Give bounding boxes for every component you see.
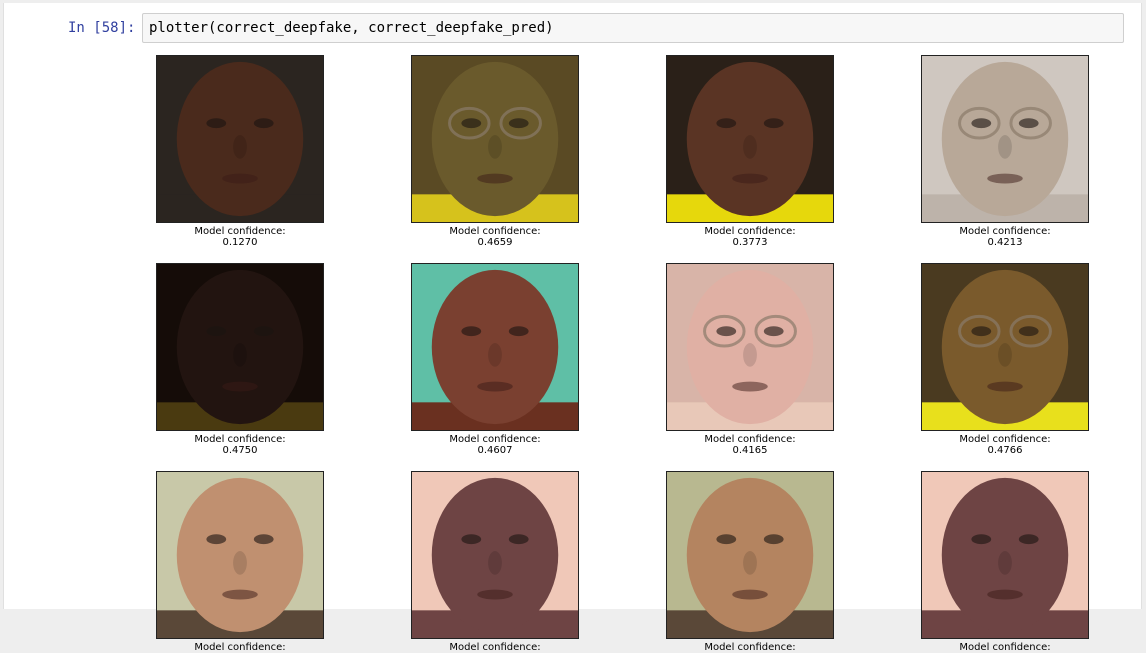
confidence-value: 0.4659 bbox=[477, 237, 513, 248]
face-image bbox=[411, 471, 579, 639]
confidence-value: 0.4165 bbox=[732, 445, 768, 456]
confidence-value: 0.4766 bbox=[987, 445, 1023, 456]
image-caption: Model confidence: 0.4165 bbox=[666, 434, 834, 456]
face-image bbox=[666, 471, 834, 639]
caption-label: Model confidence: bbox=[959, 642, 1051, 653]
caption-label: Model confidence: bbox=[194, 226, 286, 237]
face-image bbox=[666, 55, 834, 223]
caption-label: Model confidence: bbox=[449, 226, 541, 237]
image-caption: Model confidence: 0.4750 bbox=[156, 434, 324, 456]
confidence-value: 0.3773 bbox=[732, 237, 768, 248]
face-image bbox=[921, 263, 1089, 431]
face-image bbox=[921, 471, 1089, 639]
face-image bbox=[666, 263, 834, 431]
image-caption: Model confidence: 0.1270 bbox=[156, 226, 324, 248]
image-caption: Model confidence: 0.4766 bbox=[921, 434, 1089, 456]
confidence-value: 0.4607 bbox=[477, 445, 513, 456]
cell-output: Model confidence: 0.1270 Model confidence:… bbox=[4, 3, 1141, 653]
caption-label: Model confidence: bbox=[959, 434, 1051, 445]
face-image bbox=[411, 55, 579, 223]
image-caption: Model confidence: 0.4659 bbox=[411, 226, 579, 248]
notebook: In [58]: plotter(correct_deepfake, corre… bbox=[0, 0, 1146, 653]
face-image bbox=[921, 55, 1089, 223]
confidence-value: 0.1270 bbox=[222, 237, 258, 248]
caption-label: Model confidence: bbox=[449, 642, 541, 653]
face-image bbox=[411, 263, 579, 431]
caption-label: Model confidence: bbox=[194, 642, 286, 653]
face-image bbox=[156, 471, 324, 639]
confidence-value: 0.4213 bbox=[987, 237, 1023, 248]
confidence-value: 0.4750 bbox=[222, 445, 258, 456]
caption-label: Model confidence: bbox=[449, 434, 541, 445]
caption-label: Model confidence: bbox=[704, 226, 796, 237]
code-cell[interactable]: In [58]: plotter(correct_deepfake, corre… bbox=[3, 3, 1142, 653]
image-caption: Model confidence: bbox=[156, 642, 324, 653]
image-caption: Model confidence: 0.3773 bbox=[666, 226, 834, 248]
caption-label: Model confidence: bbox=[194, 434, 286, 445]
caption-label: Model confidence: bbox=[959, 226, 1051, 237]
caption-label: Model confidence: bbox=[704, 434, 796, 445]
image-caption: Model confidence: 0.4607 bbox=[411, 434, 579, 456]
caption-label: Model confidence: bbox=[704, 642, 796, 653]
image-caption: Model confidence: bbox=[411, 642, 579, 653]
image-caption: Model confidence: bbox=[921, 642, 1089, 653]
face-image bbox=[156, 55, 324, 223]
image-caption: Model confidence: 0.4213 bbox=[921, 226, 1089, 248]
image-caption: Model confidence: bbox=[666, 642, 834, 653]
face-image bbox=[156, 263, 324, 431]
